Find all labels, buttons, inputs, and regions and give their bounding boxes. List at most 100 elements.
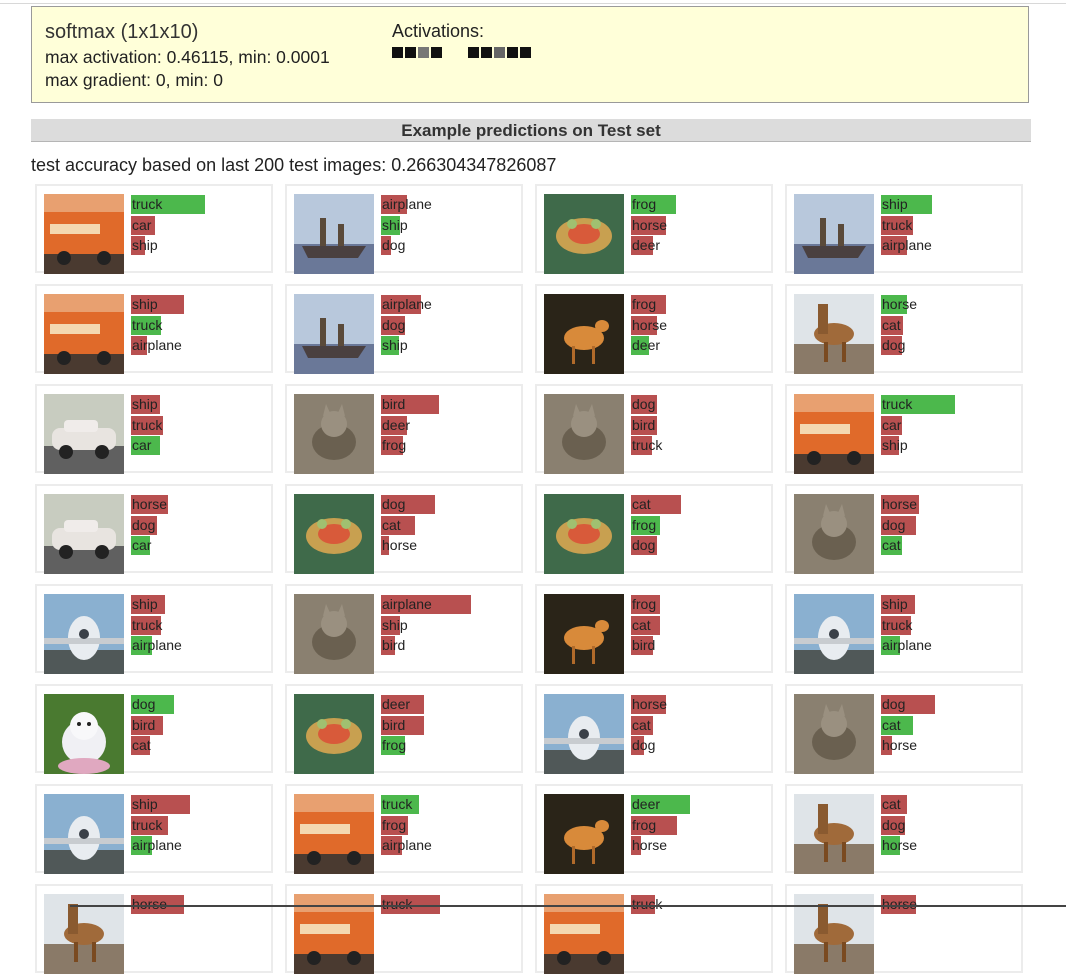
prediction-row: horse [881, 835, 1019, 856]
prediction-label: bird [382, 396, 406, 412]
prediction-label: dog [132, 696, 156, 712]
prediction-row: dog [381, 315, 519, 336]
prediction-label: ship [132, 796, 158, 812]
prediction-row: horse [381, 535, 519, 556]
prediction-row: ship [131, 394, 269, 415]
test-image [794, 294, 874, 374]
activation-cell [392, 47, 403, 58]
prediction-list: horse cat dog [881, 294, 1019, 356]
prediction-row: cat [131, 735, 269, 756]
prediction-row: dog [881, 694, 1019, 715]
prediction-row: horse [631, 215, 769, 236]
prediction-row: cat [881, 535, 1019, 556]
prediction-list: cat dog horse [881, 794, 1019, 856]
prediction-label: horse [882, 837, 918, 853]
prediction-label: cat [882, 316, 901, 333]
prediction-label: horse [382, 537, 418, 553]
prediction-label: bird [132, 716, 156, 733]
prediction-row: ship [381, 615, 519, 636]
prediction-label: truck [132, 416, 163, 433]
prediction-row: airplane [131, 835, 269, 856]
test-image [44, 494, 124, 574]
prediction-label: ship [132, 237, 158, 253]
prediction-row: airplane [131, 335, 269, 356]
prediction-row: dog [631, 735, 769, 756]
prediction-list: airplane ship bird [381, 594, 519, 656]
test-image [544, 494, 624, 574]
prediction-label: truck [882, 616, 913, 633]
prediction-row: car [131, 535, 269, 556]
prediction-label: frog [632, 816, 657, 833]
prediction-card: horse [35, 884, 273, 974]
prediction-label: ship [382, 616, 408, 633]
prediction-label: car [132, 216, 152, 233]
activations-label: Activations: [392, 21, 485, 41]
prediction-card: bird deer frog [285, 384, 523, 474]
prediction-row: horse [881, 494, 1019, 515]
test-accuracy-text: test accuracy based on last 200 test ima… [31, 155, 557, 175]
prediction-list: dog cat horse [881, 694, 1019, 756]
prediction-card: airplane dog ship [285, 284, 523, 374]
prediction-label: deer [382, 696, 411, 712]
prediction-label: ship [132, 596, 158, 612]
prediction-card: dog bird cat [35, 684, 273, 774]
prediction-label: truck [132, 316, 163, 333]
prediction-row: deer [381, 694, 519, 715]
softmax-layer-panel: softmax (1x1x10) max activation: 0.46115… [31, 6, 1029, 103]
activation-group [392, 47, 442, 58]
prediction-label: bird [632, 416, 656, 433]
prediction-row: frog [631, 815, 769, 836]
prediction-label: dog [632, 537, 656, 553]
prediction-row: truck [881, 215, 1019, 236]
prediction-row: airplane [381, 194, 519, 215]
prediction-row: car [131, 435, 269, 456]
prediction-row: truck [131, 815, 269, 836]
test-image [544, 594, 624, 674]
prediction-row: horse [881, 294, 1019, 315]
prediction-card: dog cat horse [285, 484, 523, 574]
prediction-label: truck [632, 437, 663, 453]
prediction-row: truck [131, 615, 269, 636]
prediction-card: ship truck airplane [35, 784, 273, 874]
test-image [544, 794, 624, 874]
prediction-row: airplane [381, 835, 519, 856]
prediction-row: deer [631, 335, 769, 356]
prediction-label: horse [882, 296, 918, 312]
prediction-row: dog [881, 815, 1019, 836]
prediction-card: frog cat bird [535, 584, 773, 674]
prediction-row: horse [631, 835, 769, 856]
test-image [294, 494, 374, 574]
prediction-list: truck frog airplane [381, 794, 519, 856]
prediction-row: bird [381, 715, 519, 736]
prediction-list: frog horse deer [631, 294, 769, 356]
prediction-list: horse dog car [131, 494, 269, 556]
prediction-card: horse [785, 884, 1023, 974]
test-image [794, 794, 874, 874]
prediction-list: truck car ship [131, 194, 269, 256]
prediction-row: frog [381, 735, 519, 756]
prediction-label: frog [382, 737, 407, 753]
prediction-row: deer [631, 794, 769, 815]
prediction-label: airplane [132, 837, 182, 853]
prediction-row: dog [631, 394, 769, 415]
prediction-row: bird [381, 394, 519, 415]
prediction-card: deer bird frog [285, 684, 523, 774]
prediction-label: horse [632, 216, 668, 233]
test-image [794, 494, 874, 574]
prediction-label: cat [632, 716, 651, 733]
prediction-label: airplane [382, 596, 432, 612]
prediction-row: ship [131, 594, 269, 615]
test-image [44, 794, 124, 874]
test-image [294, 594, 374, 674]
prediction-card: airplane ship bird [285, 584, 523, 674]
prediction-row: horse [881, 735, 1019, 756]
activation-cell [418, 47, 429, 58]
prediction-label: frog [382, 437, 407, 453]
prediction-label: airplane [382, 196, 432, 212]
prediction-row: ship [381, 215, 519, 236]
prediction-card: truck car ship [785, 384, 1023, 474]
test-image [794, 694, 874, 774]
prediction-list: truck car ship [881, 394, 1019, 456]
test-image [544, 194, 624, 274]
prediction-row: truck [631, 435, 769, 456]
